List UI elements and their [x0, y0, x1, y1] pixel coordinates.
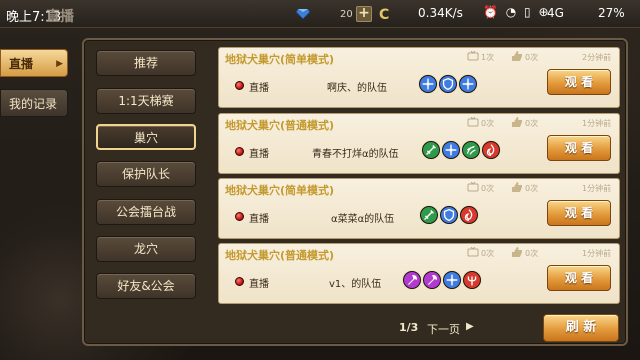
next-page-arrow-icon[interactable]: ▶: [466, 321, 474, 332]
coin-icon: C: [379, 7, 390, 23]
hero-axe-icon[interactable]: [403, 271, 421, 289]
hero-sword-icon[interactable]: [420, 206, 438, 224]
hero-spread-icon[interactable]: [443, 271, 461, 289]
hero-flame-icon[interactable]: [482, 141, 500, 159]
live-label: 直播: [249, 83, 269, 94]
page-title: 直播: [46, 9, 74, 25]
hero-flame-icon[interactable]: [460, 206, 478, 224]
watch-button[interactable]: 观 看: [547, 265, 611, 291]
category-friends-guild[interactable]: 好友&公会: [96, 273, 196, 299]
network-type: 4G: [547, 6, 564, 20]
currency-amount: 20: [340, 9, 353, 20]
like-count: 0次: [525, 249, 539, 258]
page-indicator: 1/3: [399, 321, 419, 334]
room-title: 地狱犬巢穴(简单模式): [225, 53, 335, 66]
category-dragon-lair[interactable]: 龙穴: [96, 236, 196, 262]
gem-icon: [296, 9, 310, 19]
category-recommend[interactable]: 推荐: [96, 50, 196, 76]
like-count: 0次: [525, 53, 539, 62]
side-tab-label: 我的记录: [9, 97, 58, 111]
category-guild-arena[interactable]: 公会擂台战: [96, 199, 196, 225]
refresh-button[interactable]: 刷 新: [543, 314, 619, 342]
watch-button[interactable]: 观 看: [547, 135, 611, 161]
like-icon: [512, 117, 522, 127]
watch-button[interactable]: 观 看: [547, 200, 611, 226]
network-speed: 0.34K/s: [418, 6, 463, 20]
live-indicator-icon: [235, 277, 244, 286]
team-name: 啊庆、的队伍: [327, 83, 387, 94]
hero-shield-icon[interactable]: [439, 75, 457, 93]
hero-spread-icon[interactable]: [442, 141, 460, 159]
room-title: 地狱犬巢穴(普通模式): [225, 119, 335, 132]
like-icon: [512, 247, 522, 257]
side-tab-live[interactable]: 直播 ▶: [0, 49, 68, 77]
live-label: 直播: [249, 214, 269, 225]
tv-icon: [467, 182, 479, 192]
live-indicator-icon: [235, 147, 244, 156]
next-page-link[interactable]: 下一页: [427, 321, 460, 337]
live-indicator-icon: [235, 81, 244, 90]
room-title: 地狱犬巢穴(普通模式): [225, 249, 335, 262]
time-ago: 1分钟前: [582, 184, 612, 193]
like-icon: [512, 182, 522, 192]
tv-icon: [467, 247, 479, 257]
room-row: 地狱犬巢穴(普通模式) 0次 0次 1分钟前直播 青春不打烊α的队伍 观 看: [218, 113, 620, 174]
chevron-right-icon: ▶: [56, 59, 63, 69]
like-count: 0次: [525, 119, 539, 128]
category-protect-captain[interactable]: 保护队长: [96, 161, 196, 187]
room-row: 地狱犬巢穴(简单模式) 1次 0次 2分钟前直播 啊庆、的队伍 观 看: [218, 47, 620, 108]
battery-level: 27%: [598, 6, 625, 20]
live-label: 直播: [249, 279, 269, 290]
live-label: 直播: [249, 149, 269, 160]
viewer-count: 0次: [481, 119, 495, 128]
hero-sword-icon[interactable]: [422, 141, 440, 159]
hero-shield-icon[interactable]: [440, 206, 458, 224]
viewer-count: 1次: [481, 53, 495, 62]
hero-trident-icon[interactable]: [463, 271, 481, 289]
tv-icon: [467, 117, 479, 127]
team-name: 青春不打烊α的队伍: [312, 149, 399, 160]
hero-spread-icon[interactable]: [419, 75, 437, 93]
team-name: v1、的队伍: [329, 279, 382, 290]
viewer-count: 0次: [481, 184, 495, 193]
time-ago: 2分钟前: [582, 53, 612, 62]
like-icon: [512, 51, 522, 61]
viewer-count: 0次: [481, 249, 495, 258]
time-ago: 1分钟前: [582, 249, 612, 258]
watch-button[interactable]: 观 看: [547, 69, 611, 95]
live-indicator-icon: [235, 212, 244, 221]
category-ladder[interactable]: 1:1天梯赛: [96, 88, 196, 114]
status-bar: 晚上7:13 直播 20 + C 0.34K/s ⏰ ◔ ▯ ⊕ 4G 27%: [0, 0, 640, 28]
side-tab-label: 直播: [9, 57, 34, 71]
category-nest[interactable]: 巢穴: [96, 124, 196, 150]
room-title: 地狱犬巢穴(简单模式): [225, 184, 335, 197]
time-ago: 1分钟前: [582, 119, 612, 128]
like-count: 0次: [525, 184, 539, 193]
room-row: 地狱犬巢穴(普通模式) 0次 0次 1分钟前直播 v1、的队伍 观 看: [218, 243, 620, 304]
tv-icon: [467, 51, 479, 61]
team-name: α菜菜α的队伍: [331, 214, 395, 225]
hero-axe-icon[interactable]: [423, 271, 441, 289]
system-icons: ⏰ ◔ ▯ ⊕: [483, 5, 551, 19]
side-tab-my-records[interactable]: 我的记录: [0, 89, 68, 117]
room-row: 地狱犬巢穴(简单模式) 0次 0次 1分钟前直播 α菜菜α的队伍 观 看: [218, 178, 620, 239]
hero-claw-icon[interactable]: [462, 141, 480, 159]
add-currency-button[interactable]: +: [356, 6, 372, 22]
hero-spread-icon[interactable]: [459, 75, 477, 93]
